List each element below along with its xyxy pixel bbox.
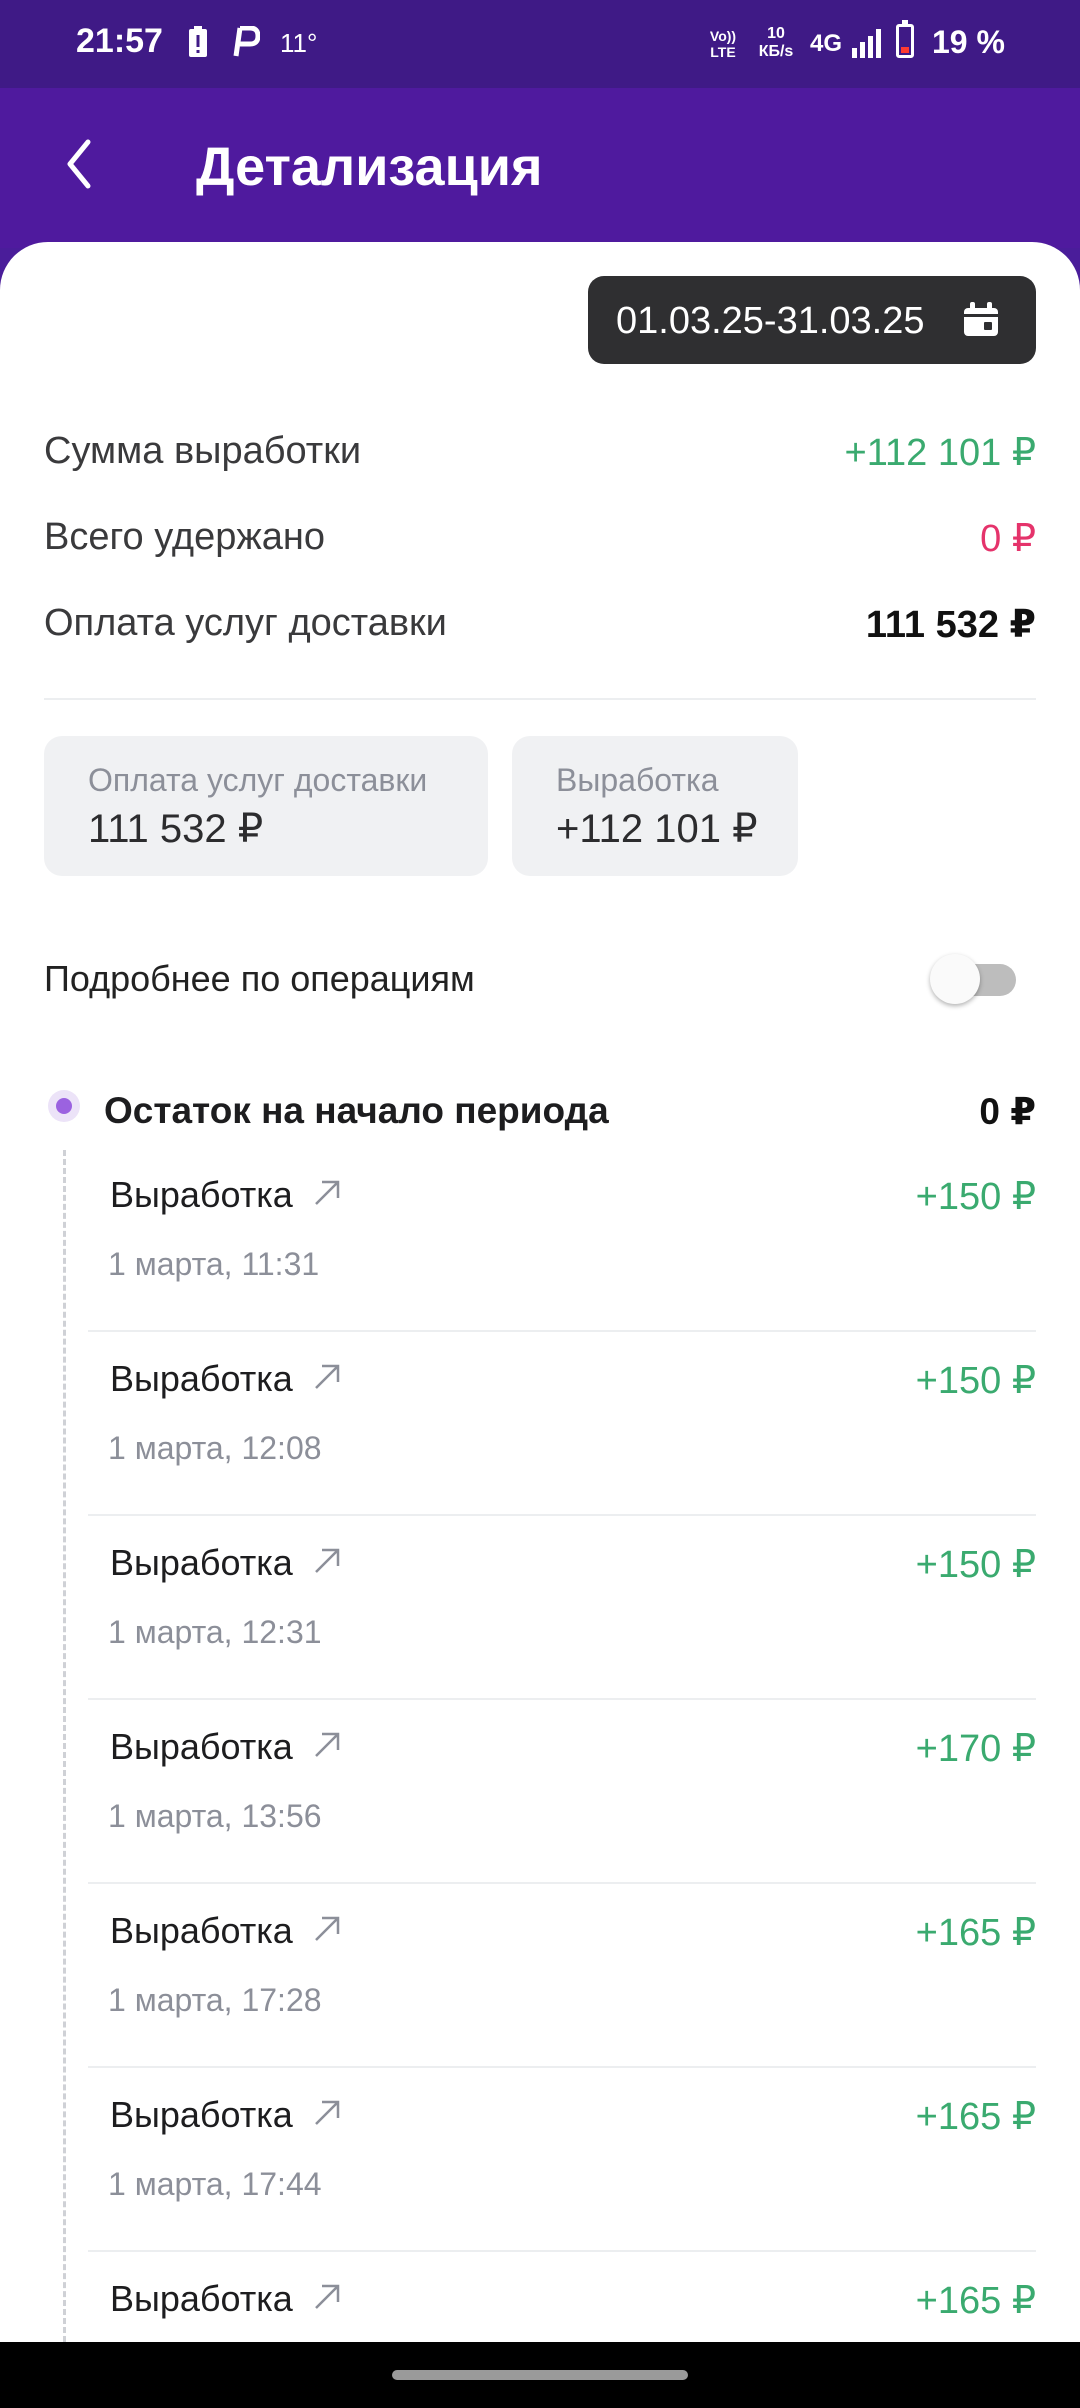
transaction-row[interactable]: Выработка 1 марта, 17:28 +165 ₽ — [88, 1884, 1036, 2068]
chip-label: Выработка — [556, 762, 719, 798]
transaction-date: 1 марта, 12:31 — [108, 1614, 322, 1650]
arrow-up-right-icon — [315, 1732, 340, 1757]
transaction-amount: +150 ₽ — [915, 1176, 1036, 1218]
transaction-label: Выработка — [110, 1358, 293, 1399]
transaction-amount: +165 ₽ — [915, 2096, 1036, 2138]
chip-label: Оплата услуг доставки — [88, 762, 428, 798]
details-toggle-switch[interactable] — [930, 954, 1016, 1004]
date-range-button[interactable]: 01.03.25-31.03.25 — [588, 276, 1036, 364]
switch-thumb — [930, 954, 980, 1004]
timeline-dot — [48, 1090, 80, 1122]
transaction-amount: +150 ₽ — [915, 1360, 1036, 1402]
opening-balance-label: Остаток на начало периода — [104, 1090, 609, 1131]
transaction-label: Выработка — [110, 2094, 293, 2135]
transaction-amount: +165 ₽ — [915, 2280, 1036, 2322]
transaction-date: 1 марта, 17:28 — [108, 1982, 322, 2018]
timeline-line — [63, 1150, 66, 2342]
net-speed-unit: КБ/s — [758, 43, 794, 60]
summary-value: 0 ₽ — [980, 518, 1036, 560]
opening-balance-row: Остаток на начало периода 0 ₽ — [44, 1080, 1036, 1140]
transaction-row[interactable]: Выработка 1 марта, 12:31 +150 ₽ — [88, 1516, 1036, 1700]
divider — [44, 698, 1036, 700]
status-temperature: 11° — [280, 28, 318, 58]
summary-value: +112 101 ₽ — [844, 432, 1036, 474]
status-bar: 21:57 11° Vo)) LTE 10 КБ/s 4G 19 % — [0, 0, 1080, 88]
transaction-label: Выработка — [110, 1542, 293, 1583]
transaction-row[interactable]: Выработка 1 марта, 17:44 +165 ₽ — [88, 2068, 1036, 2252]
arrow-up-right-icon — [315, 2100, 340, 2125]
summary-label: Сумма выработки — [44, 430, 362, 472]
arrow-up-right-icon — [315, 1180, 340, 1205]
transaction-label: Выработка — [110, 1726, 293, 1767]
calendar-icon — [964, 302, 998, 336]
transaction-date: 1 марта, 11:31 — [108, 1246, 320, 1282]
alert-battery-icon — [189, 26, 207, 57]
transaction-label: Выработка — [110, 1910, 293, 1951]
transaction-amount: +150 ₽ — [915, 1544, 1036, 1586]
battery-percent: 19 % — [932, 24, 1005, 60]
transaction-row[interactable]: Выработка 1 марта, 13:56 +170 ₽ — [88, 1700, 1036, 1884]
arrow-up-right-icon — [315, 1548, 340, 1573]
details-toggle-row: Подробнее по операциям — [44, 944, 1036, 1014]
transaction-label: Выработка — [110, 1174, 293, 1215]
arrow-up-right-icon — [315, 1916, 340, 1941]
transaction-amount: +165 ₽ — [915, 1912, 1036, 1954]
page-title: Детализация — [196, 137, 543, 197]
details-toggle-label: Подробнее по операциям — [44, 958, 475, 999]
summary-earnings: Сумма выработки +112 101 ₽ — [44, 422, 1036, 478]
home-gesture-handle[interactable] — [392, 2370, 688, 2380]
chip-delivery-payment[interactable]: Оплата услуг доставки 111 532 ₽ — [44, 736, 488, 876]
summary-value: 111 532 ₽ — [865, 604, 1036, 646]
date-range-label: 01.03.25-31.03.25 — [616, 300, 925, 342]
summary-withheld: Всего удержано 0 ₽ — [44, 508, 1036, 564]
signal-icon — [852, 29, 881, 58]
chip-value: +112 101 ₽ — [556, 807, 758, 851]
summary-label: Оплата услуг доставки — [44, 602, 447, 644]
system-nav-bar — [0, 2342, 1080, 2408]
opening-balance-value: 0 ₽ — [979, 1091, 1036, 1132]
ruble-app-icon — [233, 26, 260, 57]
transaction-date: 1 марта, 17:44 — [108, 2166, 322, 2202]
back-arrow-icon[interactable] — [58, 134, 98, 194]
summary-delivery-payment: Оплата услуг доставки 111 532 ₽ — [44, 594, 1036, 650]
status-time: 21:57 — [76, 22, 163, 60]
network-type: 4G — [810, 30, 843, 57]
chip-earnings[interactable]: Выработка +112 101 ₽ — [512, 736, 798, 876]
net-speed-value: 10 — [767, 25, 785, 42]
transaction-label: Выработка — [110, 2278, 293, 2319]
chip-value: 111 532 ₽ — [88, 807, 264, 851]
transaction-row[interactable]: Выработка 1 марта, 12:08 +150 ₽ — [88, 1332, 1036, 1516]
transaction-amount: +170 ₽ — [915, 1728, 1036, 1770]
app-bar: Детализация — [0, 88, 1080, 248]
arrow-up-right-icon — [315, 1364, 340, 1389]
transaction-row[interactable]: Выработка +165 ₽ — [88, 2252, 1036, 2342]
transaction-row[interactable]: Выработка 1 марта, 11:31 +150 ₽ — [88, 1148, 1036, 1332]
arrow-up-right-icon — [315, 2284, 340, 2309]
summary-label: Всего удержано — [44, 516, 326, 558]
transaction-date: 1 марта, 13:56 — [108, 1798, 322, 1834]
battery-icon — [896, 20, 914, 58]
volte-indicator: Vo)) LTE — [709, 28, 737, 60]
transaction-date: 1 марта, 12:08 — [108, 1430, 322, 1466]
